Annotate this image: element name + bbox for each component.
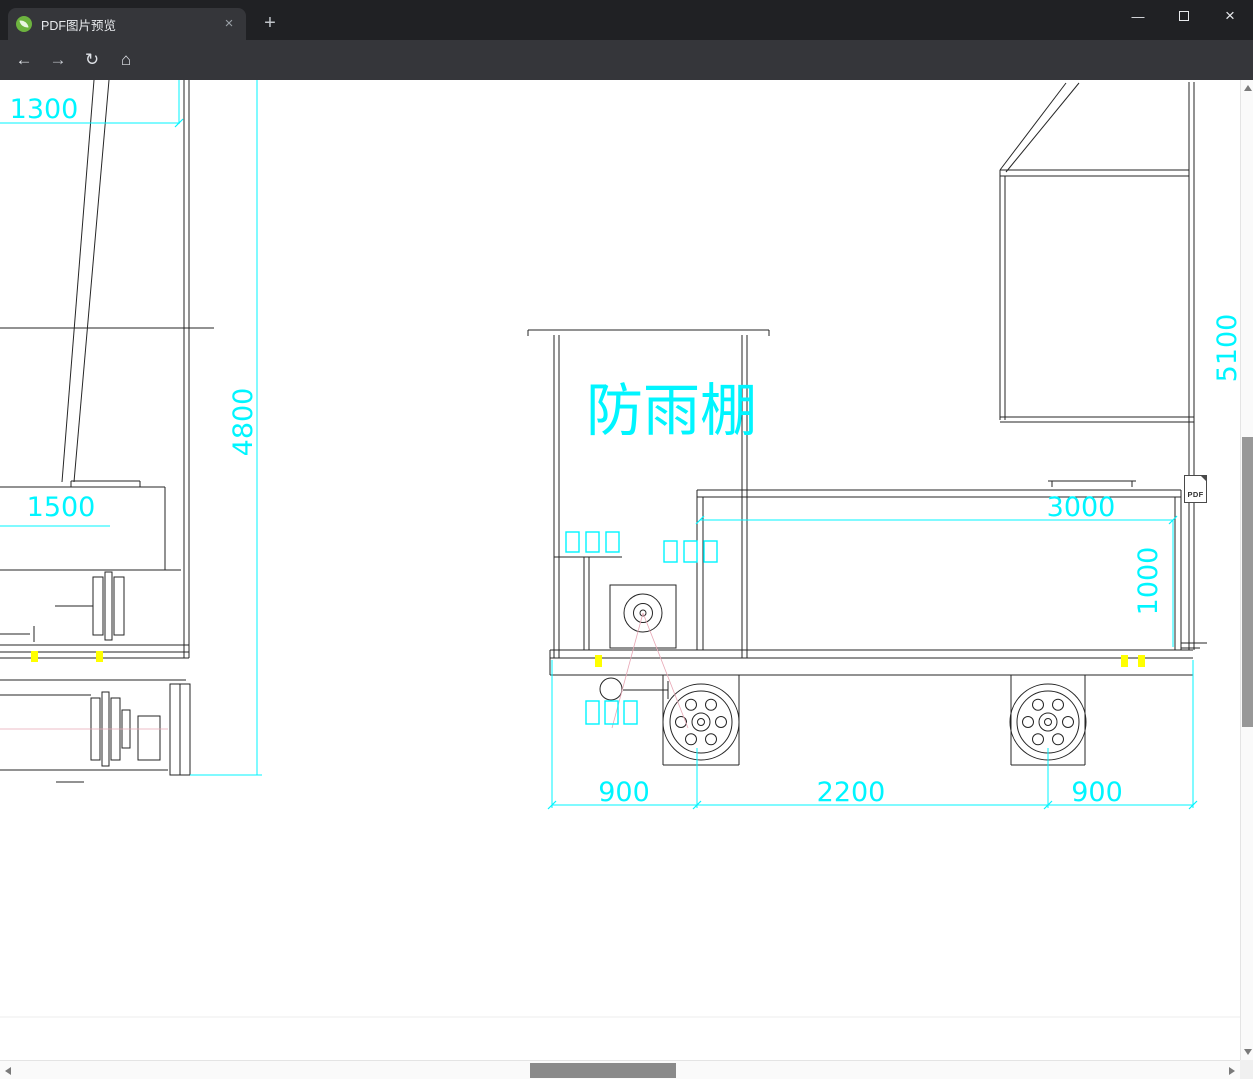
back-button[interactable]: ←	[8, 44, 40, 76]
horizontal-scrollbar-thumb[interactable]	[530, 1063, 676, 1078]
yellow-tick-marks	[31, 651, 1145, 667]
dim-2200: 2200	[817, 777, 886, 808]
front-wheel	[662, 683, 740, 761]
window-controls: — ×	[1115, 0, 1253, 32]
minimize-button[interactable]: —	[1115, 0, 1161, 32]
home-button[interactable]: ⌂	[110, 44, 142, 76]
scroll-down-icon[interactable]	[1244, 1049, 1252, 1055]
pdf-badge-label: PDF	[1187, 490, 1204, 499]
page-content: 1300 4800 1500 5100 3000 1000 900 2200 9…	[0, 80, 1253, 1079]
vertical-scrollbar[interactable]	[1240, 80, 1253, 1060]
tab-title: PDF图片预览	[41, 18, 117, 33]
rain-shelter-label: 防雨棚	[586, 378, 757, 444]
tab-close-icon[interactable]: ×	[220, 15, 238, 33]
vertical-scrollbar-thumb[interactable]	[1242, 437, 1253, 727]
tab-strip: PDF图片预览 × + — ×	[0, 0, 1253, 40]
cad-drawing: 1300 4800 1500 5100 3000 1000 900 2200 9…	[0, 80, 1240, 1018]
dim-5100: 5100	[1212, 314, 1240, 383]
browser-window: PDF图片预览 × + — × ← → ↻ ⌂ i localhost:8012…	[0, 0, 1253, 1079]
dim-1000: 1000	[1133, 547, 1164, 616]
spring-leaf-favicon	[16, 16, 32, 32]
maximize-button[interactable]	[1161, 0, 1207, 32]
scroll-up-icon[interactable]	[1244, 85, 1252, 91]
pdf-file-icon[interactable]: PDF	[1184, 475, 1207, 503]
rear-elevation-view	[999, 82, 1207, 650]
scroll-left-icon[interactable]	[5, 1067, 11, 1075]
tab-pdf-preview[interactable]: PDF图片预览 ×	[8, 8, 246, 40]
dim-900-left: 900	[598, 777, 650, 808]
new-tab-button[interactable]: +	[256, 10, 284, 38]
scrollbar-corner	[1240, 1060, 1253, 1079]
horizontal-scrollbar[interactable]	[0, 1060, 1240, 1079]
dim-1300: 1300	[10, 94, 79, 125]
close-button[interactable]: ×	[1207, 0, 1253, 32]
dim-3000: 3000	[1047, 492, 1116, 523]
reload-button[interactable]: ↻	[76, 44, 108, 76]
dimension-lines	[0, 80, 1194, 808]
page-fold-icon	[1200, 475, 1207, 482]
motor-detail	[599, 593, 663, 701]
left-elevation-view	[0, 80, 214, 783]
dim-4800: 4800	[228, 388, 259, 457]
forward-button[interactable]: →	[42, 44, 74, 76]
dim-1500: 1500	[27, 492, 96, 523]
browser-toolbar: ← → ↻ ⌂ i localhost:8012/onlinePreview?u…	[0, 40, 1253, 114]
dim-900-right: 900	[1071, 777, 1123, 808]
scroll-right-icon[interactable]	[1229, 1067, 1235, 1075]
maximize-icon	[1179, 11, 1189, 21]
